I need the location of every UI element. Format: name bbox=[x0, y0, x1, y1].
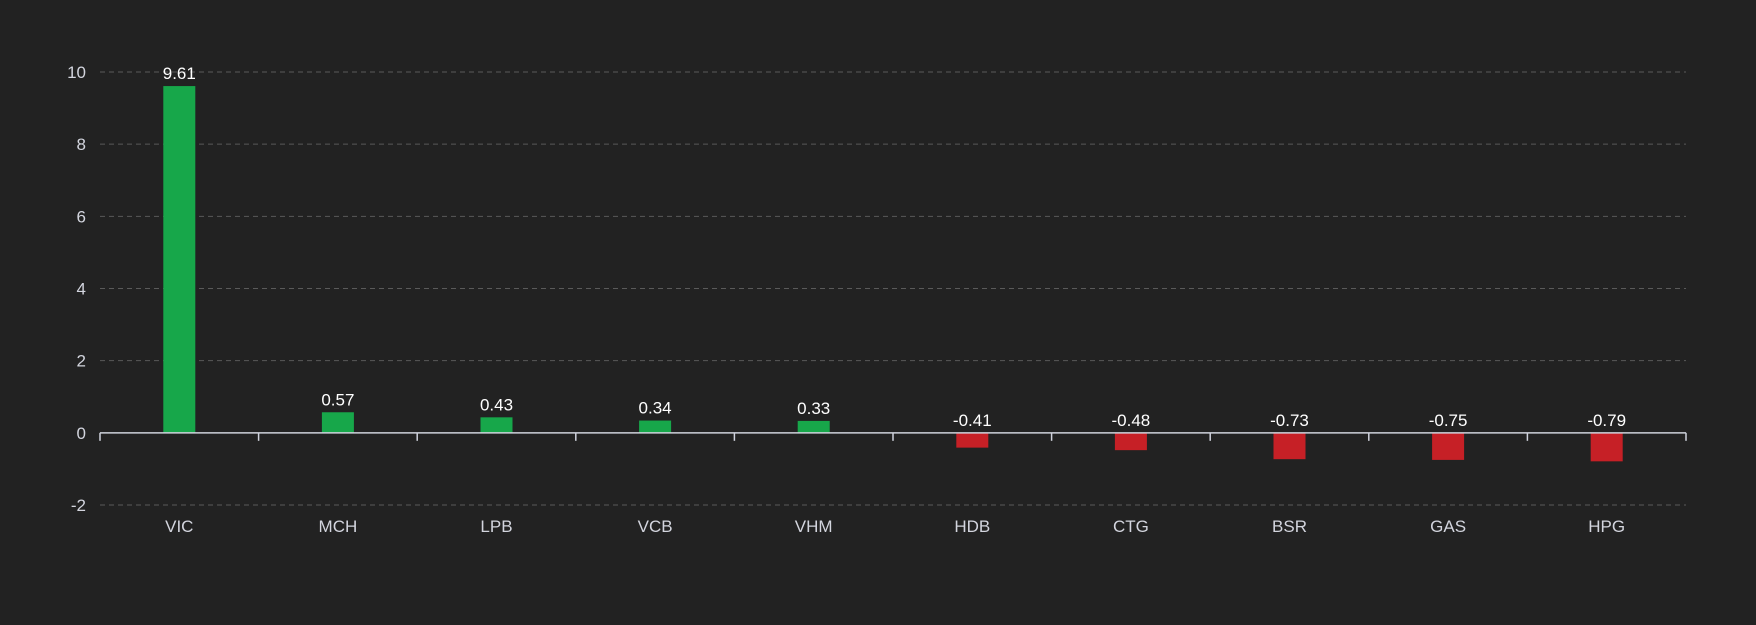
x-tick-label: MCH bbox=[319, 517, 358, 536]
data-label: 0.57 bbox=[321, 390, 354, 409]
data-labels: 9.61 0.57 0.43 0.34 0.33 -0.41 -0.48 -0.73 -0.75… bbox=[163, 64, 1626, 430]
x-tick-label: VIC bbox=[165, 517, 193, 536]
data-label: 0.34 bbox=[639, 399, 672, 418]
data-label: 9.61 bbox=[163, 64, 196, 83]
bar-gas[interactable] bbox=[1432, 432, 1465, 460]
y-tick-label: 6 bbox=[77, 207, 86, 226]
x-tick-label: VCB bbox=[638, 517, 673, 536]
y-tick-label: 2 bbox=[77, 352, 86, 371]
y-tick-label: 0 bbox=[77, 424, 86, 443]
bar-hpg[interactable] bbox=[1590, 432, 1623, 462]
bar-chart: -2 0 2 4 6 8 10 VIC MCH LPB VCB VHM HDB CTG BSR GAS HPG… bbox=[67, 63, 1687, 536]
data-label: -0.73 bbox=[1270, 411, 1309, 430]
bar-vcb[interactable] bbox=[639, 420, 672, 433]
x-tick-label: CTG bbox=[1113, 517, 1149, 536]
bar-vhm[interactable] bbox=[797, 420, 830, 433]
y-tick-label: -2 bbox=[71, 496, 86, 515]
data-label: -0.41 bbox=[953, 411, 992, 430]
x-tick-label: BSR bbox=[1272, 517, 1307, 536]
bars bbox=[163, 86, 1623, 462]
y-tick-label: 4 bbox=[77, 280, 86, 299]
x-axis-tick-labels: VIC MCH LPB VCB VHM HDB CTG BSR GAS HPG bbox=[165, 517, 1625, 536]
x-tick-label: GAS bbox=[1430, 517, 1466, 536]
chart-container: -2 0 2 4 6 8 10 VIC MCH LPB VCB VHM HDB CTG BSR GAS HPG… bbox=[0, 0, 1756, 620]
y-tick-label: 10 bbox=[67, 63, 86, 82]
data-label: -0.75 bbox=[1429, 411, 1468, 430]
data-label: -0.79 bbox=[1587, 411, 1626, 430]
bar-mch[interactable] bbox=[321, 412, 354, 433]
bar-bsr[interactable] bbox=[1273, 432, 1306, 460]
data-label: 0.33 bbox=[797, 399, 830, 418]
bar-lpb[interactable] bbox=[480, 417, 513, 433]
bar-ctg[interactable] bbox=[1114, 432, 1147, 451]
x-tick-label: HDB bbox=[954, 517, 990, 536]
data-label: -0.48 bbox=[1112, 411, 1151, 430]
bar-vic[interactable] bbox=[163, 86, 196, 433]
x-tick-label: HPG bbox=[1588, 517, 1625, 536]
x-tick-label: LPB bbox=[480, 517, 512, 536]
data-label: 0.43 bbox=[480, 395, 513, 414]
bar-hdb[interactable] bbox=[956, 432, 989, 448]
y-axis-tick-labels: -2 0 2 4 6 8 10 bbox=[67, 63, 86, 515]
x-tick-label: VHM bbox=[795, 517, 833, 536]
y-tick-label: 8 bbox=[77, 135, 86, 154]
